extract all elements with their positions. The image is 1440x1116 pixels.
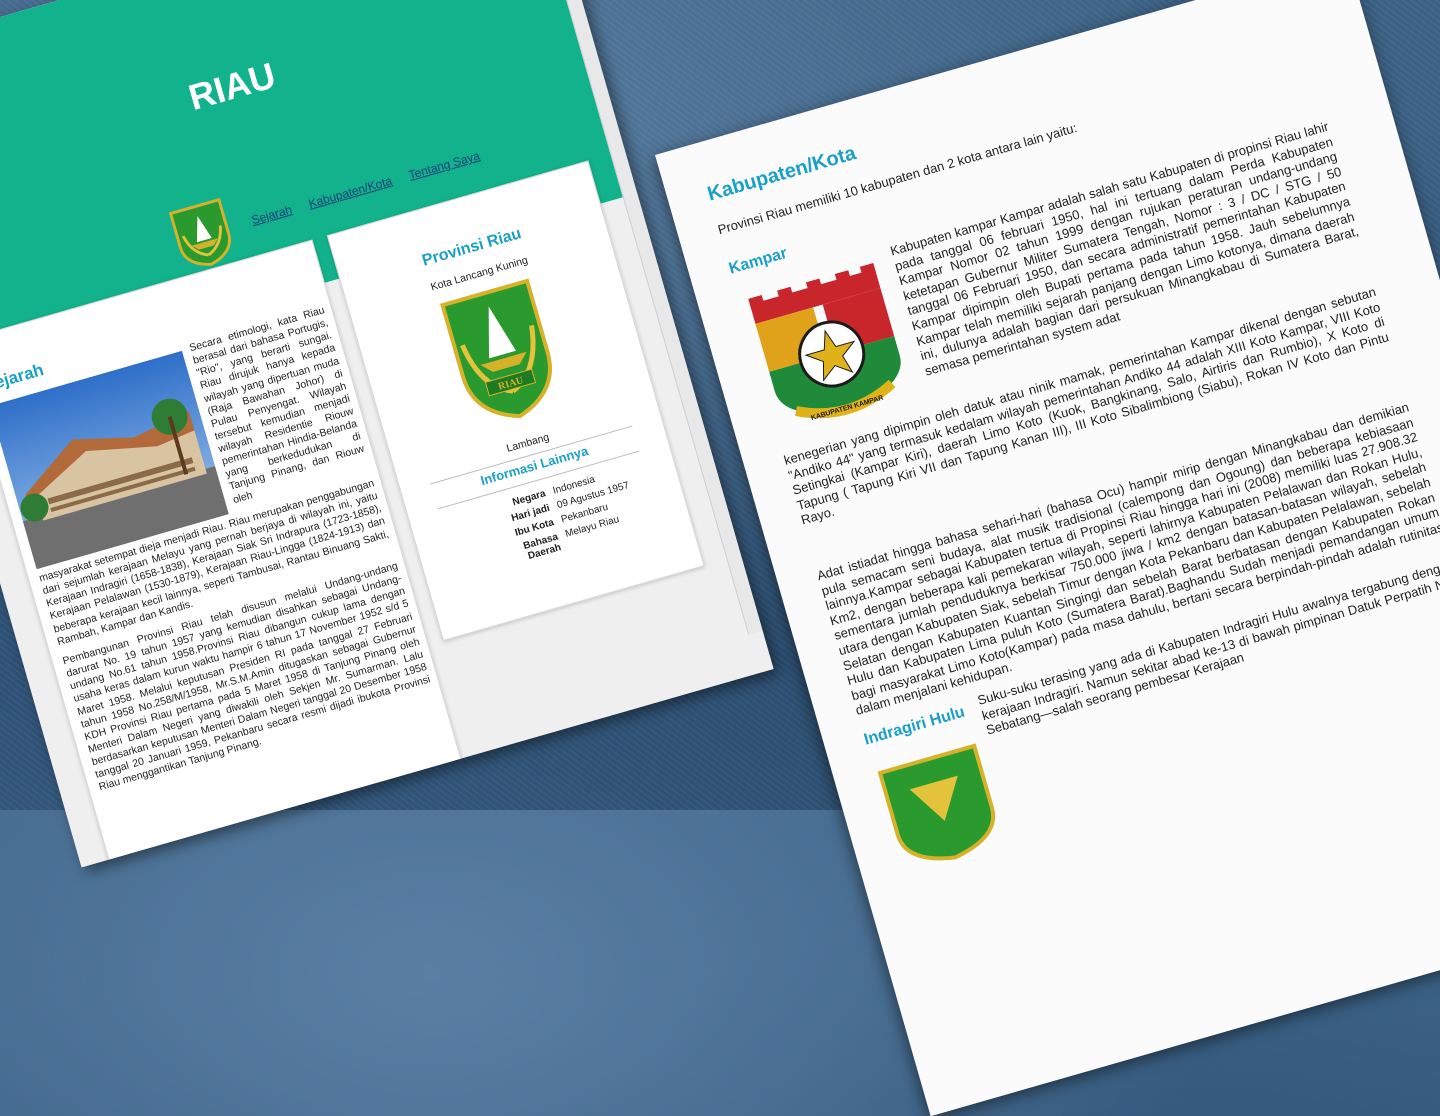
kampar-emblem-icon: KABUPATEN KAMPAR	[748, 263, 901, 422]
kabupaten-page: Kabupaten/Kota Provinsi Riau memiliki 10…	[655, 0, 1440, 1116]
nav-sejarah-link[interactable]: Sejarah	[250, 202, 294, 227]
nav-tentang-link[interactable]: Tentang Saya	[407, 148, 481, 182]
kampar-title: Kampar	[727, 244, 790, 278]
nav-kabupaten-link[interactable]: Kabupaten/Kota	[307, 174, 394, 211]
indragiri-emblem-icon	[877, 743, 996, 861]
info-table: Negara Indonesia Hari jadi 09 Agustus 19…	[499, 463, 646, 568]
riau-emblem-large-icon: RIAU	[440, 278, 552, 419]
